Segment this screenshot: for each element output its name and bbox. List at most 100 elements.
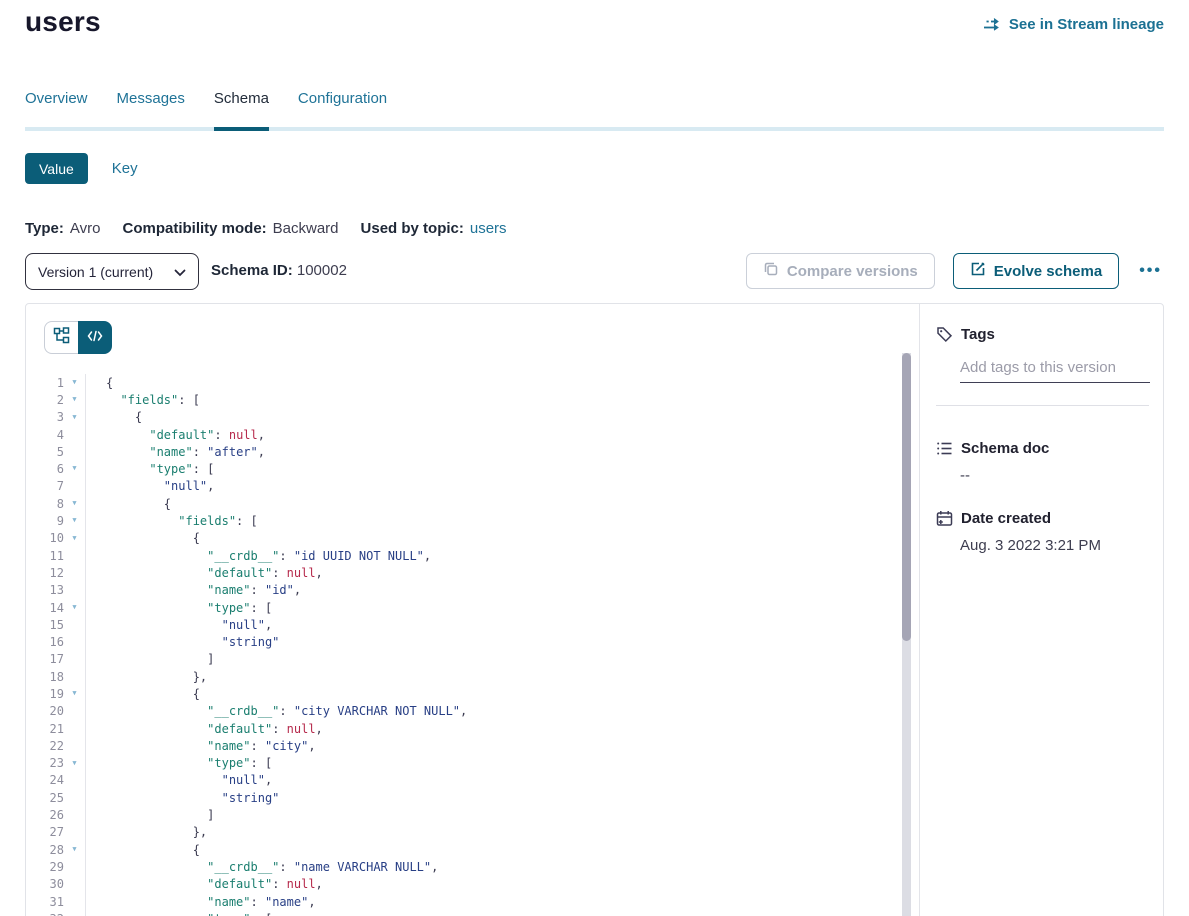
schema-id-label: Schema ID: — [211, 262, 293, 279]
fold-toggle-icon[interactable]: ▼ — [64, 460, 85, 477]
code-line: 5 "name": "after", — [26, 443, 899, 460]
code-text: { — [86, 410, 142, 424]
schema-doc-value: -- — [960, 467, 1149, 484]
list-icon — [936, 440, 953, 457]
stream-lineage-link[interactable]: See in Stream lineage — [983, 16, 1164, 33]
line-number: 24 — [26, 773, 64, 787]
tab-messages[interactable]: Messages — [117, 90, 185, 131]
tree-view-icon — [53, 327, 70, 349]
code-line: 28▼ { — [26, 841, 899, 858]
line-number: 12 — [26, 566, 64, 580]
fold-toggle-icon[interactable]: ▼ — [64, 530, 85, 547]
schema-editor: 1▼{2▼ "fields": [3▼ { 4 "default": null, 5… — [26, 304, 919, 916]
fold-toggle-icon[interactable]: ▼ — [64, 599, 85, 616]
evolve-schema-button[interactable]: Evolve schema — [953, 253, 1119, 289]
type-label: Type: — [25, 220, 64, 237]
editor-scrollbar-thumb[interactable] — [902, 353, 911, 641]
code-text: "default": null, — [86, 566, 323, 580]
code-line: 10▼ { — [26, 530, 899, 547]
fold-toggle-icon[interactable]: ▼ — [64, 841, 85, 858]
edit-icon — [970, 261, 986, 281]
code-line: 12 "default": null, — [26, 564, 899, 581]
line-number: 29 — [26, 860, 64, 874]
line-number: 7 — [26, 479, 64, 493]
line-number: 4 — [26, 428, 64, 442]
tags-title: Tags — [961, 326, 995, 343]
line-number: 6 — [26, 462, 64, 476]
fold-toggle-icon[interactable]: ▼ — [64, 685, 85, 702]
code-line: 1▼{ — [26, 374, 899, 391]
schema-sidebar: Tags Schema doc -- — [919, 304, 1163, 916]
fold-toggle-icon[interactable]: ▼ — [64, 391, 85, 408]
code-line: 2▼ "fields": [ — [26, 391, 899, 408]
code-text: "name": "city", — [86, 739, 316, 753]
code-lines: 1▼{2▼ "fields": [3▼ { 4 "default": null, 5… — [26, 374, 899, 916]
compatibility-label: Compatibility mode: — [122, 220, 266, 237]
tab-overview[interactable]: Overview — [25, 90, 88, 131]
code-text: { — [86, 687, 200, 701]
line-number: 16 — [26, 635, 64, 649]
code-text: "null", — [86, 773, 272, 787]
page-title: users — [25, 6, 101, 38]
line-number: 20 — [26, 704, 64, 718]
code-text: { — [86, 376, 113, 390]
line-number: 18 — [26, 670, 64, 684]
code-line: 14▼ "type": [ — [26, 599, 899, 616]
tab-underline-track — [25, 127, 1164, 131]
line-number: 13 — [26, 583, 64, 597]
tab-schema[interactable]: Schema — [214, 90, 269, 131]
code-line: 21 "default": null, — [26, 720, 899, 737]
used-by-topic-label: Used by topic: — [361, 220, 464, 237]
code-line: 23▼ "type": [ — [26, 755, 899, 772]
code-text: "fields": [ — [86, 514, 258, 528]
code-line: 27 }, — [26, 824, 899, 841]
code-line: 24 "null", — [26, 772, 899, 789]
code-line: 6▼ "type": [ — [26, 460, 899, 477]
version-row: Version 1 (current) Schema ID: 100002 Co… — [25, 253, 1164, 290]
code-text: "type": [ — [86, 756, 272, 770]
value-toggle-button[interactable]: Value — [25, 153, 88, 184]
version-select[interactable]: Version 1 (current) — [25, 253, 199, 290]
code-text: "name": "name", — [86, 895, 316, 909]
type-value: Avro — [70, 220, 101, 237]
fold-toggle-icon[interactable]: ▼ — [64, 409, 85, 426]
code-text: { — [86, 497, 171, 511]
code-text: { — [86, 531, 200, 545]
fold-toggle-icon[interactable]: ▼ — [64, 910, 85, 916]
compare-versions-button[interactable]: Compare versions — [746, 253, 935, 289]
line-number: 11 — [26, 549, 64, 563]
code-text: "type": [ — [86, 601, 272, 615]
line-number: 22 — [26, 739, 64, 753]
line-number: 25 — [26, 791, 64, 805]
tags-section-header: Tags — [936, 326, 1149, 343]
tab-bar: Overview Messages Schema Configuration — [25, 90, 1164, 131]
key-toggle-button[interactable]: Key — [112, 160, 138, 177]
line-number: 14 — [26, 601, 64, 615]
code-text: "string" — [86, 635, 279, 649]
code-text: ] — [86, 652, 214, 666]
code-text: "string" — [86, 791, 279, 805]
fold-toggle-icon[interactable]: ▼ — [64, 512, 85, 529]
editor-scrollbar[interactable] — [902, 353, 911, 916]
line-number: 8 — [26, 497, 64, 511]
tags-input[interactable] — [960, 359, 1150, 383]
fold-toggle-icon[interactable]: ▼ — [64, 755, 85, 772]
line-number: 10 — [26, 531, 64, 545]
evolve-schema-label: Evolve schema — [994, 263, 1102, 280]
code-line: 17 ] — [26, 651, 899, 668]
code-text: "null", — [86, 618, 272, 632]
code-line: 31 "name": "name", — [26, 893, 899, 910]
topic-link[interactable]: users — [470, 220, 507, 237]
tag-icon — [936, 326, 953, 343]
code-line: 3▼ { — [26, 409, 899, 426]
line-number: 17 — [26, 652, 64, 666]
more-actions-button[interactable]: ••• — [1137, 258, 1164, 284]
fold-toggle-icon[interactable]: ▼ — [64, 495, 85, 512]
tab-configuration[interactable]: Configuration — [298, 90, 387, 131]
code-view-button[interactable] — [78, 321, 112, 354]
code-line: 29 "__crdb__": "name VARCHAR NULL", — [26, 858, 899, 875]
tree-view-button[interactable] — [44, 321, 78, 354]
compare-versions-label: Compare versions — [787, 263, 918, 280]
line-number: 31 — [26, 895, 64, 909]
fold-toggle-icon[interactable]: ▼ — [64, 374, 85, 391]
